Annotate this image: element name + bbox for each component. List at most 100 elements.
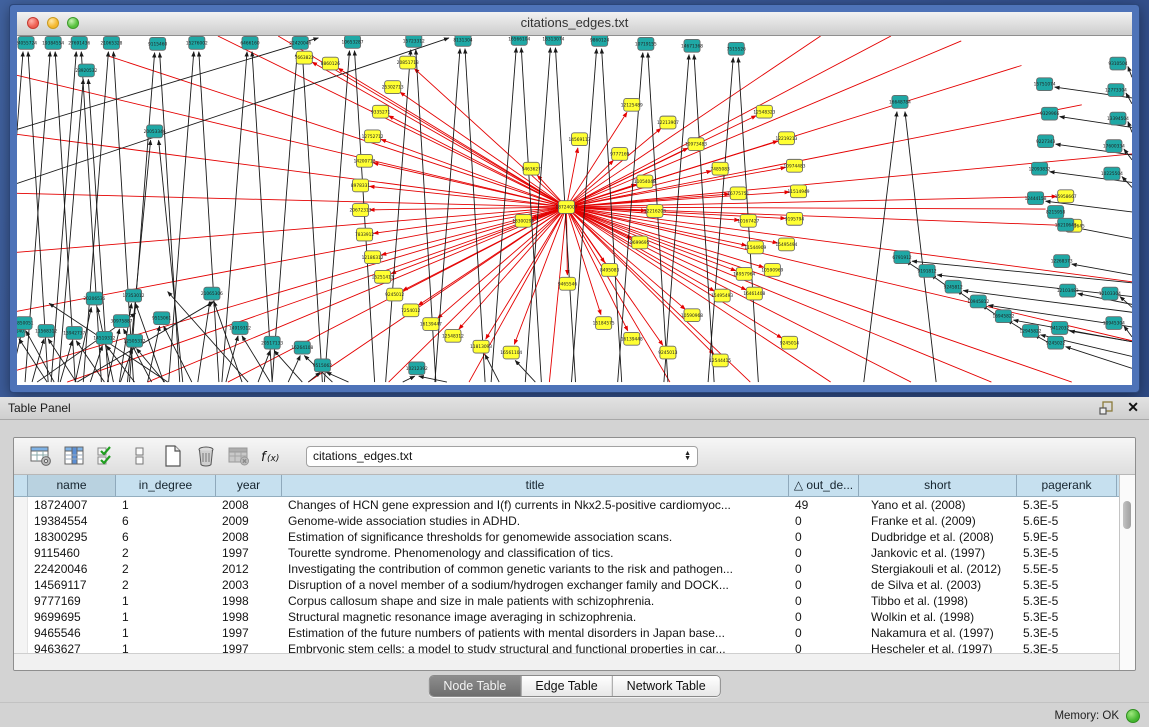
cell-in_degree[interactable]: 6 (116, 529, 216, 545)
cell-short[interactable]: Wolkin et al. (1998) (859, 609, 1017, 625)
tab-network-table[interactable]: Network Table (613, 676, 720, 696)
cell-name[interactable]: 9465546 (28, 625, 116, 641)
memory-ok-icon[interactable] (1126, 709, 1140, 723)
cell-year[interactable]: 1998 (216, 593, 282, 609)
cell-in_degree[interactable]: 1 (116, 609, 216, 625)
cell-in_degree[interactable]: 1 (116, 593, 216, 609)
cell-in_degree[interactable]: 2 (116, 545, 216, 561)
cell-name[interactable]: 14569117 (28, 577, 116, 593)
cell-year[interactable]: 1997 (216, 625, 282, 641)
cell-short[interactable]: Jankovic et al. (1997) (859, 545, 1017, 561)
scrollbar-thumb[interactable] (1123, 501, 1131, 529)
table-row[interactable]: 969969511998Structural magnetic resonanc… (14, 609, 1135, 625)
column-header-title[interactable]: title (282, 475, 789, 496)
show-columns-icon[interactable] (61, 443, 87, 469)
vertical-scrollbar[interactable] (1119, 475, 1135, 670)
cell-in_degree[interactable]: 1 (116, 625, 216, 641)
cell-year[interactable]: 1997 (216, 545, 282, 561)
cell-out_degree[interactable]: 0 (789, 609, 859, 625)
cell-name[interactable]: 9777169 (28, 593, 116, 609)
cell-pagerank[interactable]: 5.9E-5 (1017, 529, 1117, 545)
cell-pagerank[interactable]: 5.3E-5 (1017, 577, 1117, 593)
table-row[interactable]: 1830029562008Estimation of significance … (14, 529, 1135, 545)
table-row[interactable]: 1456911722003Disruption of a novel membe… (14, 577, 1135, 593)
column-header-in_degree[interactable]: in_degree (116, 475, 216, 496)
column-header-out_degree[interactable]: △ out_de... (789, 475, 859, 496)
cell-title[interactable]: Genome-wide association studies in ADHD. (282, 513, 789, 529)
cell-name[interactable]: 18300295 (28, 529, 116, 545)
delete-column-icon[interactable] (193, 443, 219, 469)
cell-out_degree[interactable]: 49 (789, 497, 859, 513)
table-row[interactable]: 977716911998Corpus callosum shape and si… (14, 593, 1135, 609)
close-panel-icon[interactable]: ✕ (1127, 399, 1139, 416)
table-selector-dropdown[interactable]: citations_edges.txt ▲▼ (306, 446, 698, 467)
cell-short[interactable]: Nakamura et al. (1997) (859, 625, 1017, 641)
cell-out_degree[interactable]: 0 (789, 625, 859, 641)
column-header-year[interactable]: year (216, 475, 282, 496)
cell-out_degree[interactable]: 0 (789, 545, 859, 561)
cell-out_degree[interactable]: 0 (789, 577, 859, 593)
cell-pagerank[interactable]: 5.3E-5 (1017, 497, 1117, 513)
horizontal-scrollbar[interactable] (14, 653, 1120, 670)
cell-title[interactable]: Corpus callosum shape and size in male p… (282, 593, 789, 609)
cell-name[interactable]: 9115460 (28, 545, 116, 561)
cell-short[interactable]: Tibbo et al. (1998) (859, 593, 1017, 609)
cell-short[interactable]: de Silva et al. (2003) (859, 577, 1017, 593)
cell-out_degree[interactable]: 0 (789, 593, 859, 609)
delete-table-icon[interactable] (226, 443, 252, 469)
cell-pagerank[interactable]: 5.5E-5 (1017, 561, 1117, 577)
cell-short[interactable]: Dudbridge et al. (2008) (859, 529, 1017, 545)
cell-in_degree[interactable]: 1 (116, 497, 216, 513)
cell-year[interactable]: 2008 (216, 529, 282, 545)
function-builder-icon[interactable]: f (x) (259, 443, 285, 469)
float-panel-icon[interactable] (1099, 400, 1115, 416)
table-row[interactable]: 1938455462009Genome-wide association stu… (14, 513, 1135, 529)
cell-in_degree[interactable]: 6 (116, 513, 216, 529)
tab-node-table[interactable]: Node Table (429, 676, 521, 696)
cell-pagerank[interactable]: 5.3E-5 (1017, 593, 1117, 609)
cell-year[interactable]: 2008 (216, 497, 282, 513)
table-row[interactable]: 1872400712008Changes of HCN gene express… (14, 497, 1135, 513)
column-header-pagerank[interactable]: pagerank (1017, 475, 1117, 496)
column-header-short[interactable]: short (859, 475, 1017, 496)
cell-year[interactable]: 2009 (216, 513, 282, 529)
unselect-rows-icon[interactable] (127, 443, 153, 469)
cell-short[interactable]: Yano et al. (2008) (859, 497, 1017, 513)
select-all-rows-icon[interactable] (94, 443, 120, 469)
cell-pagerank[interactable]: 5.3E-5 (1017, 625, 1117, 641)
create-column-icon[interactable] (160, 443, 186, 469)
cell-name[interactable]: 22420046 (28, 561, 116, 577)
cell-name[interactable]: 9699695 (28, 609, 116, 625)
cell-title[interactable]: Tourette syndrome. Phenomenology and cla… (282, 545, 789, 561)
table-mode-icon[interactable] (28, 443, 54, 469)
cell-out_degree[interactable]: 0 (789, 513, 859, 529)
cell-short[interactable]: Stergiakouli et al. (2012) (859, 561, 1017, 577)
cell-title[interactable]: Estimation of the future numbers of pati… (282, 625, 789, 641)
cell-title[interactable]: Structural magnetic resonance image aver… (282, 609, 789, 625)
cell-in_degree[interactable]: 2 (116, 577, 216, 593)
tab-edge-table[interactable]: Edge Table (521, 676, 612, 696)
table-row[interactable]: 911546021997Tourette syndrome. Phenomeno… (14, 545, 1135, 561)
cell-year[interactable]: 1998 (216, 609, 282, 625)
cell-year[interactable]: 2003 (216, 577, 282, 593)
cell-title[interactable]: Investigating the contribution of common… (282, 561, 789, 577)
cell-in_degree[interactable]: 2 (116, 561, 216, 577)
cell-short[interactable]: Franke et al. (2009) (859, 513, 1017, 529)
cell-pagerank[interactable]: 5.3E-5 (1017, 609, 1117, 625)
cell-name[interactable]: 19384554 (28, 513, 116, 529)
cell-title[interactable]: Estimation of significance thresholds fo… (282, 529, 789, 545)
cell-title[interactable]: Changes of HCN gene expression and I(f) … (282, 497, 789, 513)
table-row[interactable]: 946554611997Estimation of the future num… (14, 625, 1135, 641)
window-titlebar[interactable]: citations_edges.txt (17, 12, 1132, 36)
table-panel-titlebar[interactable]: Table Panel ✕ (0, 397, 1149, 420)
cell-pagerank[interactable]: 5.3E-5 (1017, 545, 1117, 561)
cell-out_degree[interactable]: 0 (789, 529, 859, 545)
cell-name[interactable]: 18724007 (28, 497, 116, 513)
cell-year[interactable]: 2012 (216, 561, 282, 577)
cell-pagerank[interactable]: 5.6E-5 (1017, 513, 1117, 529)
cell-out_degree[interactable]: 0 (789, 561, 859, 577)
network-canvas[interactable]: 1872400797771691105404812216203969969584… (17, 36, 1132, 385)
cell-title[interactable]: Disruption of a novel member of a sodium… (282, 577, 789, 593)
table-row[interactable]: 2242004622012Investigating the contribut… (14, 561, 1135, 577)
column-header-name[interactable]: name (28, 475, 116, 496)
